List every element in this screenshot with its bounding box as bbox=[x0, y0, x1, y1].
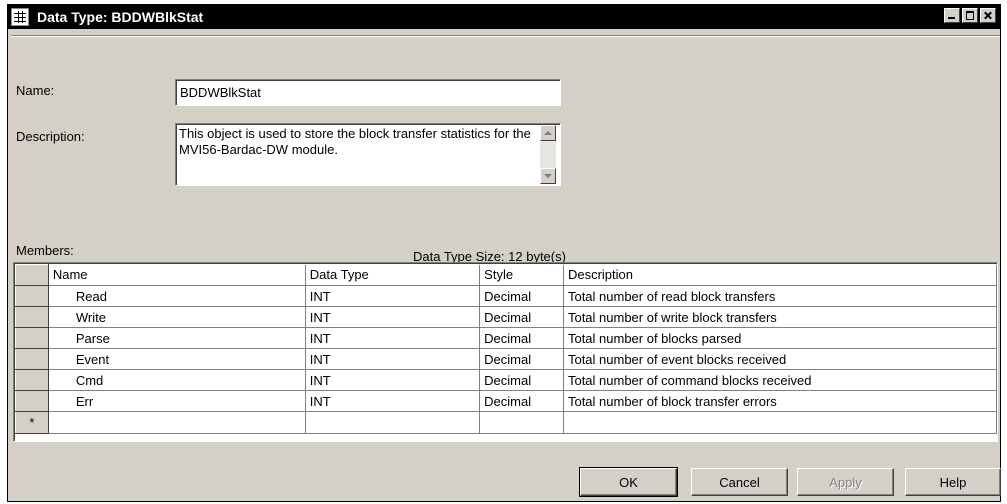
members-grid[interactable]: Name Data Type Style Description Read IN… bbox=[13, 262, 998, 442]
table-row[interactable]: Read INT Decimal Total number of read bl… bbox=[15, 285, 998, 307]
minimize-button[interactable] bbox=[944, 8, 960, 23]
scroll-up-icon[interactable] bbox=[540, 125, 556, 141]
table-row[interactable]: Cmd INT Decimal Total number of command … bbox=[15, 369, 998, 391]
member-description[interactable]: Total number of event blocks received bbox=[563, 348, 998, 370]
window-controls bbox=[942, 8, 996, 23]
ok-button[interactable]: OK bbox=[579, 467, 678, 497]
column-header-description[interactable]: Description bbox=[563, 264, 998, 286]
column-header-data-type[interactable]: Data Type bbox=[305, 264, 481, 286]
table-row[interactable]: Event INT Decimal Total number of event … bbox=[15, 348, 998, 370]
new-member-row[interactable]: * bbox=[15, 411, 998, 434]
title-bar[interactable]: Data Type: BDDWBlkStat bbox=[8, 5, 1000, 29]
name-input[interactable] bbox=[175, 79, 561, 106]
header-row: Name Data Type Style Description bbox=[15, 264, 998, 286]
member-description[interactable]: Total number of command blocks received bbox=[563, 369, 998, 391]
member-style[interactable]: Decimal bbox=[479, 306, 564, 328]
member-style[interactable]: Decimal bbox=[479, 327, 564, 349]
window-title: Data Type: BDDWBlkStat bbox=[37, 9, 204, 25]
member-name[interactable]: Read bbox=[48, 285, 306, 307]
member-style[interactable]: Decimal bbox=[479, 369, 564, 391]
apply-button[interactable]: Apply bbox=[797, 468, 894, 496]
row-selector[interactable] bbox=[15, 348, 49, 370]
new-member-style[interactable] bbox=[479, 411, 564, 434]
member-style[interactable]: Decimal bbox=[479, 348, 564, 370]
member-style[interactable]: Decimal bbox=[479, 390, 564, 412]
maximize-button[interactable] bbox=[962, 8, 978, 23]
member-description[interactable]: Total number of blocks parsed bbox=[563, 327, 998, 349]
header-divider bbox=[11, 35, 1000, 37]
close-button[interactable] bbox=[980, 8, 996, 23]
member-name[interactable]: Event bbox=[48, 348, 306, 370]
member-description[interactable]: Total number of write block transfers bbox=[563, 306, 998, 328]
member-data-type[interactable]: INT bbox=[305, 348, 481, 370]
members-table: Name Data Type Style Description Read IN… bbox=[15, 264, 998, 434]
member-data-type[interactable]: INT bbox=[305, 390, 481, 412]
description-label: Description: bbox=[16, 129, 85, 144]
help-button[interactable]: Help bbox=[905, 468, 1001, 496]
table-row[interactable]: Err INT Decimal Total number of block tr… bbox=[15, 390, 998, 412]
member-name[interactable]: Parse bbox=[48, 327, 306, 349]
member-name[interactable]: Cmd bbox=[48, 369, 306, 391]
table-row[interactable]: Write INT Decimal Total number of write … bbox=[15, 306, 998, 328]
column-header-style[interactable]: Style bbox=[479, 264, 564, 286]
row-selector[interactable] bbox=[15, 390, 49, 412]
cancel-button[interactable]: Cancel bbox=[691, 468, 788, 496]
row-selector[interactable] bbox=[15, 369, 49, 391]
row-selector[interactable] bbox=[15, 285, 49, 307]
member-data-type[interactable]: INT bbox=[305, 369, 481, 391]
member-description[interactable]: Total number of block transfer errors bbox=[563, 390, 998, 412]
new-member-name[interactable] bbox=[48, 411, 306, 434]
description-input[interactable]: This object is used to store the block t… bbox=[175, 123, 561, 186]
header-selector[interactable] bbox=[15, 264, 49, 286]
new-member-data-type[interactable] bbox=[305, 411, 481, 434]
member-data-type[interactable]: INT bbox=[305, 306, 481, 328]
member-description[interactable]: Total number of read block transfers bbox=[563, 285, 998, 307]
member-name[interactable]: Write bbox=[48, 306, 306, 328]
member-data-type[interactable]: INT bbox=[305, 327, 481, 349]
name-label: Name: bbox=[16, 83, 55, 98]
scroll-down-icon[interactable] bbox=[540, 168, 556, 184]
member-data-type[interactable]: INT bbox=[305, 285, 481, 307]
column-header-name[interactable]: Name bbox=[48, 264, 306, 286]
new-member-description[interactable] bbox=[563, 411, 998, 434]
row-selector[interactable] bbox=[15, 327, 49, 349]
members-label: Members: bbox=[16, 243, 74, 258]
data-type-icon bbox=[11, 8, 29, 26]
table-row[interactable]: Parse INT Decimal Total number of blocks… bbox=[15, 327, 998, 349]
row-selector[interactable] bbox=[15, 306, 49, 328]
member-name[interactable]: Err bbox=[48, 390, 306, 412]
description-scrollbar[interactable] bbox=[540, 125, 556, 184]
member-style[interactable]: Decimal bbox=[479, 285, 564, 307]
new-row-star-icon[interactable]: * bbox=[15, 411, 49, 434]
